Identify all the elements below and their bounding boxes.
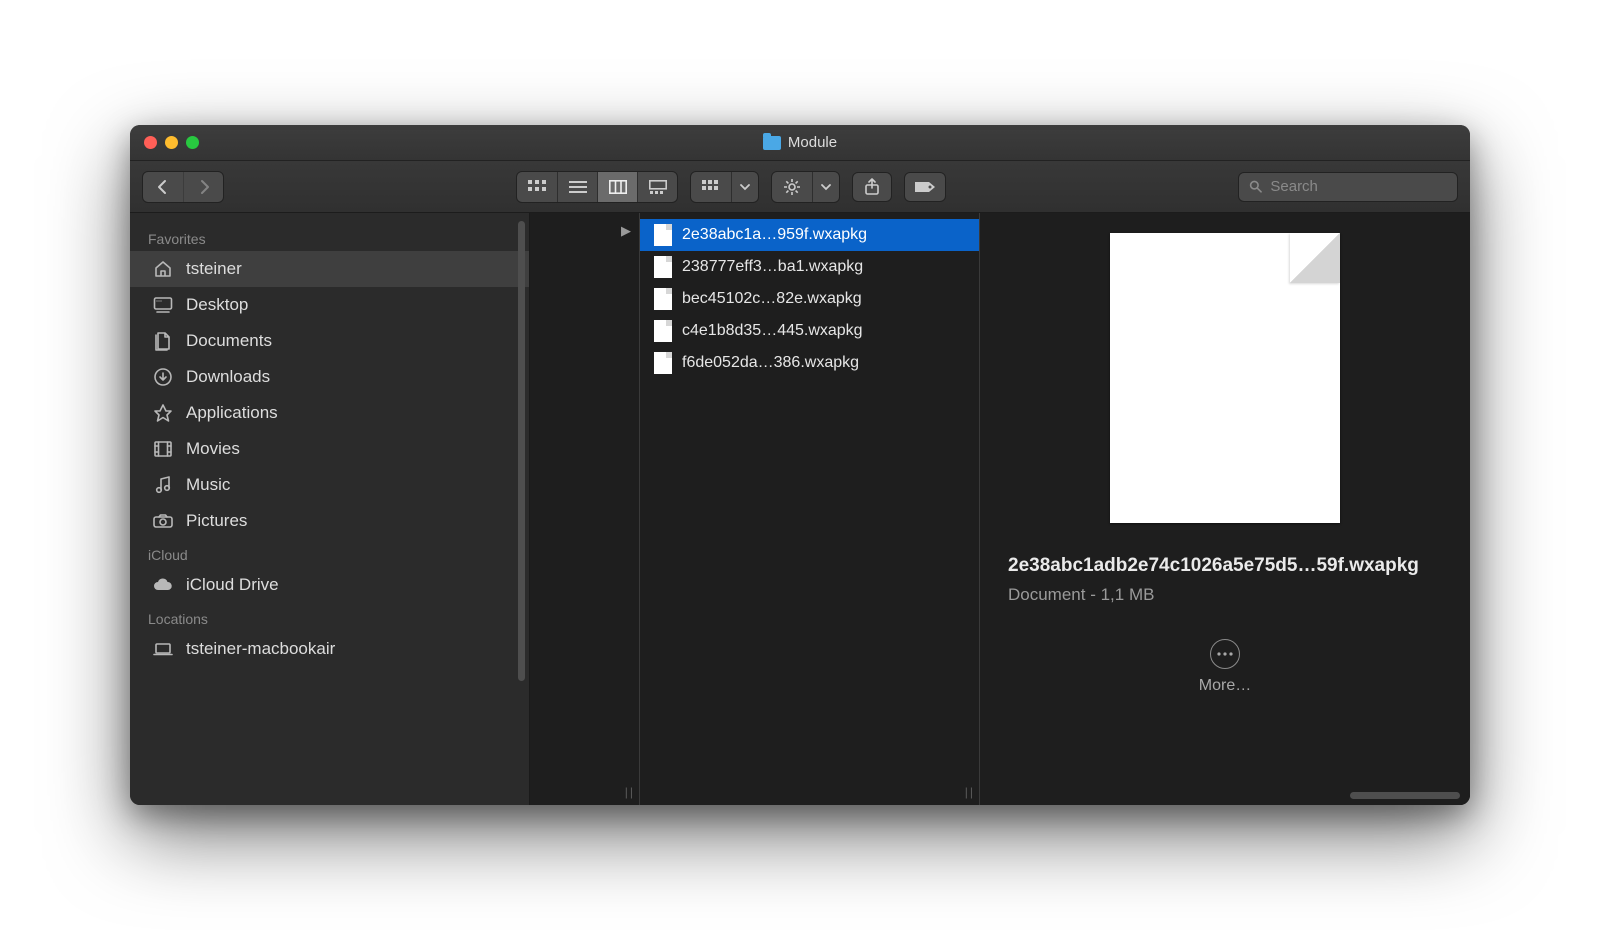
back-button[interactable]: [143, 172, 183, 202]
document-icon: [654, 288, 672, 310]
music-icon: [152, 474, 174, 496]
file-row[interactable]: c4e1b8d35…445.wxapkg: [640, 315, 979, 347]
sidebar-item-label: Downloads: [186, 367, 270, 387]
file-preview-thumbnail: [1110, 233, 1340, 523]
page-fold-icon: [1290, 233, 1340, 283]
document-icon: [654, 224, 672, 246]
share-button[interactable]: [852, 172, 892, 202]
list-view-button[interactable]: [557, 172, 597, 202]
disclosure-triangle-icon: ▶: [621, 223, 631, 805]
more-label[interactable]: More…: [1199, 677, 1251, 695]
desktop-icon: [152, 294, 174, 316]
minimize-window-button[interactable]: [165, 136, 178, 149]
sidebar-section-title: Locations: [130, 603, 529, 631]
preview-kind-size: Document - 1,1 MB: [1008, 585, 1442, 605]
zoom-window-button[interactable]: [186, 136, 199, 149]
window-body: Favorites tsteiner Desktop Documents Downloa…: [130, 213, 1470, 805]
sidebar-item-tsteiner[interactable]: tsteiner: [130, 251, 529, 287]
column-resize-handle[interactable]: ||: [625, 785, 635, 799]
forward-button[interactable]: [183, 172, 223, 202]
sidebar-item-tsteiner-macbookair[interactable]: tsteiner-macbookair: [130, 631, 529, 667]
arrange-group-button[interactable]: [690, 171, 759, 203]
sidebar-item-downloads[interactable]: Downloads: [130, 359, 529, 395]
nav-buttons: [142, 171, 224, 203]
file-name: bec45102c…82e.wxapkg: [682, 290, 862, 308]
window-controls: [144, 136, 199, 149]
sidebar-scrollbar[interactable]: [518, 221, 525, 681]
column-resize-handle[interactable]: ||: [965, 785, 975, 799]
chevron-down-icon: [821, 183, 831, 191]
download-icon: [152, 366, 174, 388]
file-name: 238777eff3…ba1.wxapkg: [682, 258, 863, 276]
more-actions-button[interactable]: [1210, 639, 1240, 669]
sidebar-item-label: Desktop: [186, 295, 248, 315]
sidebar: Favorites tsteiner Desktop Documents Downloa…: [130, 213, 530, 805]
preview-scrollbar[interactable]: [1350, 792, 1460, 799]
gallery-view-button[interactable]: [637, 172, 677, 202]
sidebar-item-label: Documents: [186, 331, 272, 351]
document-icon: [654, 352, 672, 374]
tags-button[interactable]: [904, 172, 946, 202]
file-name: f6de052da…386.wxapkg: [682, 354, 859, 372]
sidebar-item-desktop[interactable]: Desktop: [130, 287, 529, 323]
gear-icon: [783, 178, 801, 196]
preview-filename: 2e38abc1adb2e74c1026a5e75d5…59f.wxapkg: [1008, 553, 1442, 579]
document-icon: [654, 320, 672, 342]
document-icon: [654, 256, 672, 278]
finder-window: Module: [130, 125, 1470, 805]
file-row[interactable]: 238777eff3…ba1.wxapkg: [640, 251, 979, 283]
column-browser: ▶ || 2e38abc1a…959f.wxapkg 238777eff3…ba1…: [530, 213, 1470, 805]
sidebar-item-documents[interactable]: Documents: [130, 323, 529, 359]
search-icon: [1249, 179, 1262, 194]
pictures-icon: [152, 510, 174, 532]
share-icon: [864, 178, 880, 196]
tag-icon: [913, 180, 937, 194]
file-row[interactable]: 2e38abc1a…959f.wxapkg: [640, 219, 979, 251]
close-window-button[interactable]: [144, 136, 157, 149]
sidebar-item-label: Applications: [186, 403, 278, 423]
sidebar-item-icloud-drive[interactable]: iCloud Drive: [130, 567, 529, 603]
sidebar-item-label: tsteiner: [186, 259, 242, 279]
sidebar-item-label: iCloud Drive: [186, 575, 279, 595]
chevron-down-icon: [740, 183, 750, 191]
sidebar-item-pictures[interactable]: Pictures: [130, 503, 529, 539]
titlebar: Module: [130, 125, 1470, 161]
sidebar-item-applications[interactable]: Applications: [130, 395, 529, 431]
file-list-column: 2e38abc1a…959f.wxapkg 238777eff3…ba1.wxap…: [640, 213, 980, 805]
sidebar-item-label: Movies: [186, 439, 240, 459]
file-name: c4e1b8d35…445.wxapkg: [682, 322, 863, 340]
preview-more: More…: [1199, 639, 1251, 695]
icon-view-button[interactable]: [517, 172, 557, 202]
cloud-icon: [152, 574, 174, 596]
parent-column[interactable]: ▶ ||: [530, 213, 640, 805]
search-field[interactable]: [1238, 172, 1458, 202]
sidebar-item-label: tsteiner-macbookair: [186, 639, 335, 659]
folder-icon: [763, 136, 781, 150]
home-icon: [152, 258, 174, 280]
file-row[interactable]: f6de052da…386.wxapkg: [640, 347, 979, 379]
sidebar-item-label: Pictures: [186, 511, 247, 531]
preview-pane: 2e38abc1adb2e74c1026a5e75d5…59f.wxapkg D…: [980, 213, 1470, 805]
sidebar-item-label: Music: [186, 475, 230, 495]
sidebar-section-title: Favorites: [130, 223, 529, 251]
action-menu-button[interactable]: [771, 171, 840, 203]
file-name: 2e38abc1a…959f.wxapkg: [682, 226, 867, 244]
search-input[interactable]: [1270, 178, 1447, 195]
laptop-icon: [152, 638, 174, 660]
view-mode-group: [516, 171, 678, 203]
column-view-button[interactable]: [597, 172, 637, 202]
movies-icon: [152, 438, 174, 460]
sidebar-item-movies[interactable]: Movies: [130, 431, 529, 467]
toolbar: [130, 161, 1470, 213]
file-row[interactable]: bec45102c…82e.wxapkg: [640, 283, 979, 315]
sidebar-section-title: iCloud: [130, 539, 529, 567]
apps-icon: [152, 402, 174, 424]
window-title-text: Module: [788, 134, 837, 151]
window-title: Module: [130, 134, 1470, 151]
ellipsis-icon: [1217, 652, 1233, 656]
sidebar-item-music[interactable]: Music: [130, 467, 529, 503]
document-icon: [152, 330, 174, 352]
